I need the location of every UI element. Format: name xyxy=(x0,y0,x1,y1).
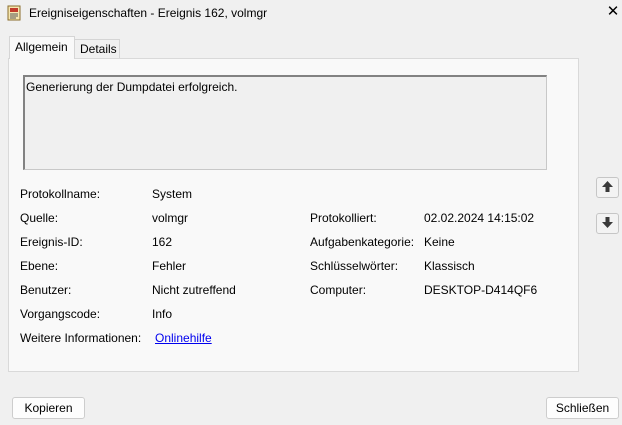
task-category-value: Keine xyxy=(424,235,455,249)
keywords-label: Schlüsselwörter: xyxy=(310,259,399,273)
user-value: Nicht zutreffend xyxy=(152,283,236,297)
log-name-value: System xyxy=(152,187,193,201)
more-info-label: Weitere Informationen: xyxy=(20,331,142,345)
arrow-down-icon xyxy=(601,216,614,232)
general-panel: Generierung der Dumpdatei erfolgreich. P… xyxy=(8,58,579,372)
opcode-value: Info xyxy=(152,307,173,321)
source-label: Quelle: xyxy=(20,211,59,225)
source-value: volmgr xyxy=(152,211,189,225)
event-id-value: 162 xyxy=(152,235,173,249)
copy-button[interactable]: Kopieren xyxy=(12,397,85,419)
close-button[interactable]: Schließen xyxy=(546,397,619,419)
title-bar: Ereigniseigenschaften - Ereignis 162, vo… xyxy=(0,0,622,28)
close-icon[interactable]: ✕ xyxy=(604,2,622,22)
user-label: Benutzer: xyxy=(20,283,72,297)
opcode-label: Vorgangscode: xyxy=(20,307,101,321)
online-help-link[interactable]: Onlinehilfe xyxy=(155,331,212,345)
tab-details[interactable]: Details xyxy=(75,39,120,59)
computer-value: DESKTOP-D414QF6 xyxy=(424,283,538,297)
log-name-label: Protokollname: xyxy=(20,187,101,201)
event-description[interactable]: Generierung der Dumpdatei erfolgreich. xyxy=(23,75,547,170)
window-title: Ereigniseigenschaften - Ereignis 162, vo… xyxy=(29,6,268,20)
event-id-label: Ereignis-ID: xyxy=(20,235,83,249)
event-properties-window: Ereigniseigenschaften - Ereignis 162, vo… xyxy=(0,0,622,425)
event-properties-icon xyxy=(7,5,22,21)
level-label: Ebene: xyxy=(20,259,59,273)
logged-label: Protokolliert: xyxy=(310,211,377,225)
tab-allgemein[interactable]: Allgemein xyxy=(9,36,75,59)
previous-event-button[interactable] xyxy=(596,177,619,198)
logged-value: 02.02.2024 14:15:02 xyxy=(424,211,535,225)
computer-label: Computer: xyxy=(310,283,367,297)
task-category-label: Aufgabenkategorie: xyxy=(310,235,415,249)
arrow-up-icon xyxy=(601,180,614,196)
level-value: Fehler xyxy=(152,259,187,273)
keywords-value: Klassisch xyxy=(424,259,475,273)
next-event-button[interactable] xyxy=(596,213,619,234)
